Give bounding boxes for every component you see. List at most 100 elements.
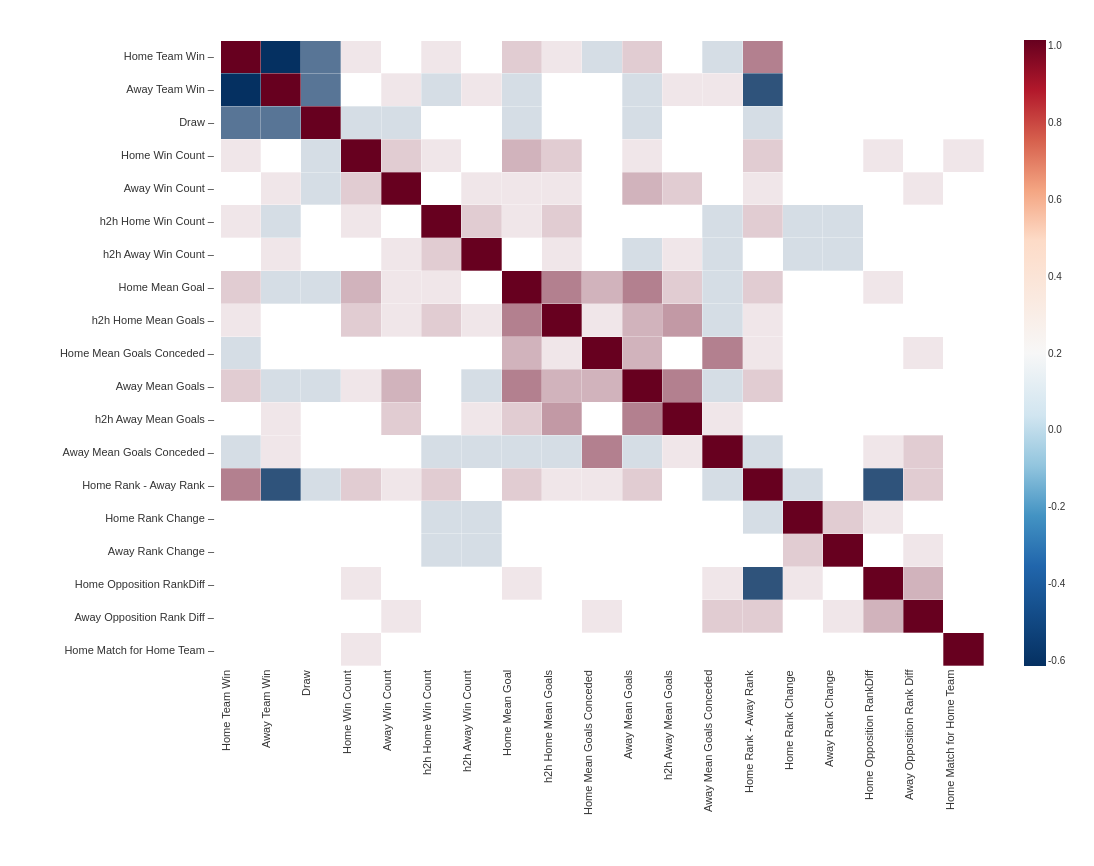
heatmap-cell <box>823 501 863 534</box>
heatmap-cell <box>783 73 823 106</box>
heatmap-cell <box>662 337 702 370</box>
heatmap-cell <box>301 139 341 172</box>
heatmap-cell <box>662 435 702 468</box>
heatmap-cell <box>903 304 943 337</box>
heatmap-cell <box>301 369 341 402</box>
heatmap-cell <box>582 139 622 172</box>
heatmap-cell <box>903 41 943 74</box>
chart-container: Home Team Win –Away Team Win –Draw –Home… <box>0 0 1094 866</box>
heatmap-cell <box>381 271 421 304</box>
heatmap-cell <box>261 402 301 435</box>
heatmap-cell <box>622 468 662 501</box>
heatmap-cell <box>221 633 261 666</box>
x-label: Home Mean Goals Conceded <box>582 666 622 866</box>
heatmap-cell <box>903 600 943 633</box>
heatmap-cell <box>261 435 301 468</box>
x-label: Away Mean Goals <box>622 666 662 866</box>
heatmap-cell <box>221 205 261 238</box>
heatmap-cell <box>341 468 381 501</box>
table-row <box>221 41 984 74</box>
heatmap-cell <box>823 534 863 567</box>
x-label: Home Mean Goal <box>501 666 541 866</box>
heatmap-cell <box>301 271 341 304</box>
heatmap-cell <box>261 106 301 139</box>
heatmap-cell <box>943 369 983 402</box>
heatmap-cell <box>582 369 622 402</box>
x-label: Home Team Win <box>220 666 260 866</box>
heatmap-cell <box>903 567 943 600</box>
heatmap-cell <box>662 501 702 534</box>
heatmap-cell <box>743 369 783 402</box>
heatmap-cell <box>341 402 381 435</box>
heatmap-cell <box>341 633 381 666</box>
heatmap-cell <box>421 435 461 468</box>
heatmap-cell <box>502 501 542 534</box>
heatmap-cell <box>502 337 542 370</box>
heatmap-cell <box>662 106 702 139</box>
heatmap-cell <box>421 271 461 304</box>
colorbar-tick: 0.8 <box>1048 117 1065 128</box>
heatmap-cell <box>502 172 542 205</box>
heatmap-cell <box>622 271 662 304</box>
colorbar-tick: 0.4 <box>1048 271 1065 282</box>
heatmap-cell <box>381 41 421 74</box>
heatmap-cell <box>381 304 421 337</box>
heatmap-cell <box>381 402 421 435</box>
heatmap-cell <box>502 41 542 74</box>
heatmap-cell <box>502 205 542 238</box>
heatmap-cell <box>261 41 301 74</box>
heatmap-cell <box>743 238 783 271</box>
heatmap-cell <box>662 600 702 633</box>
heatmap-cell <box>301 238 341 271</box>
heatmap-cell <box>461 337 501 370</box>
heatmap-cell <box>582 501 622 534</box>
heatmap-cell <box>542 205 582 238</box>
heatmap-cell <box>421 41 461 74</box>
heatmap-cell <box>381 633 421 666</box>
heatmap-cell <box>702 534 742 567</box>
heatmap-cell <box>582 271 622 304</box>
heatmap-cell <box>421 106 461 139</box>
heatmap-cell <box>943 205 983 238</box>
heatmap-cell <box>783 172 823 205</box>
colorbar-gradient <box>1024 40 1046 666</box>
x-label: Home Rank - Away Rank <box>743 666 783 866</box>
heatmap-cell <box>743 435 783 468</box>
heatmap-cell <box>502 633 542 666</box>
heatmap-cell <box>301 337 341 370</box>
heatmap-cell <box>783 633 823 666</box>
heatmap-cell <box>702 369 742 402</box>
heatmap-cell <box>662 271 702 304</box>
heatmap-cell <box>582 41 622 74</box>
heatmap-cell <box>221 337 261 370</box>
heatmap-cell <box>903 106 943 139</box>
heatmap-cell <box>502 238 542 271</box>
heatmap-cell <box>662 172 702 205</box>
heatmap-cell <box>622 435 662 468</box>
heatmap-cell <box>823 567 863 600</box>
x-labels: Home Team WinAway Team WinDrawHome Win C… <box>220 666 984 866</box>
heatmap-cell <box>662 73 702 106</box>
heatmap-cell <box>502 73 542 106</box>
heatmap-cell <box>823 172 863 205</box>
heatmap-cell <box>542 41 582 74</box>
y-label: Home Rank - Away Rank – <box>0 468 220 501</box>
heatmap-cell <box>783 369 823 402</box>
heatmap-cell <box>221 73 261 106</box>
table-row <box>221 435 984 468</box>
heatmap-cell <box>943 501 983 534</box>
table-row <box>221 73 984 106</box>
heatmap-cell <box>903 369 943 402</box>
heatmap-cell <box>341 501 381 534</box>
y-label: Home Rank Change – <box>0 501 220 534</box>
heatmap-cell <box>461 534 501 567</box>
heatmap-cell <box>662 41 702 74</box>
x-label: Away Team Win <box>260 666 300 866</box>
heatmap-cell <box>743 41 783 74</box>
heatmap-cell <box>702 402 742 435</box>
heatmap-cell <box>702 435 742 468</box>
y-label: Away Mean Goals – <box>0 370 220 403</box>
heatmap-cell <box>421 402 461 435</box>
heatmap-cell <box>743 567 783 600</box>
heatmap-cell <box>461 468 501 501</box>
